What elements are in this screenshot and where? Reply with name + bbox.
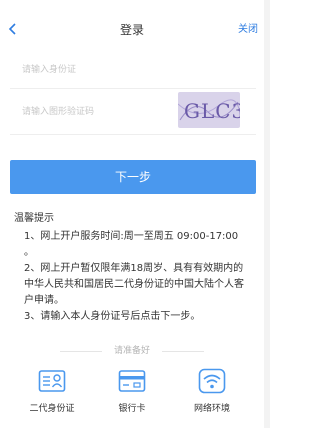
prepare-divider: 请准备好 [0,345,264,357]
tip-item: 1、网上开户服务时间:周一至周五 09:00-17:00 。 [24,231,239,258]
divider-line [162,351,204,352]
prepare-item-bank-card: 银行卡 [92,363,172,423]
prepare-item-label: 二代身份证 [29,404,75,414]
captcha-placeholder: 请输入图形验证码 [22,107,95,117]
id-number-field[interactable]: 请输入身份证 [10,52,256,89]
tips-title: 温馨提示 [14,213,54,224]
next-step-button[interactable]: 下一步 [10,160,256,194]
captcha-text: GLC3 [184,99,240,123]
tips-list: 1、网上开户服务时间:周一至周五 09:00-17:00 。 2、网上开户暂仅限… [24,229,249,325]
prepare-item-id-card: 二代身份证 [12,363,92,423]
page-edge [264,0,270,428]
prepare-item-label: 网络环境 [193,404,230,414]
captcha-noise: GLC3 [178,99,240,123]
tip-item: 3、请输入本人身份证号后点击下一步。 [24,311,201,322]
close-button[interactable]: 关闭 [238,22,258,38]
login-screen: 登录 关闭 请输入身份证 请输入图形验证码 GLC3 下一步 温馨提示 1、网上… [0,0,264,428]
wifi-icon [198,368,226,394]
header: 登录 关闭 [0,0,264,48]
prepare-item-label: 银行卡 [118,404,146,414]
page-title: 登录 [119,23,144,37]
id-card-icon [38,370,66,392]
prepare-item-network: 网络环境 [172,363,252,423]
tip-item: 2、网上开户暂仅限年满18周岁、具有有效期内的中华人民共和国居民二代身份证的中国… [24,263,244,306]
captcha-image[interactable]: GLC3 [178,92,240,128]
prepare-title: 请准备好 [113,346,150,356]
id-number-placeholder: 请输入身份证 [22,65,77,75]
bank-card-icon [118,370,146,392]
